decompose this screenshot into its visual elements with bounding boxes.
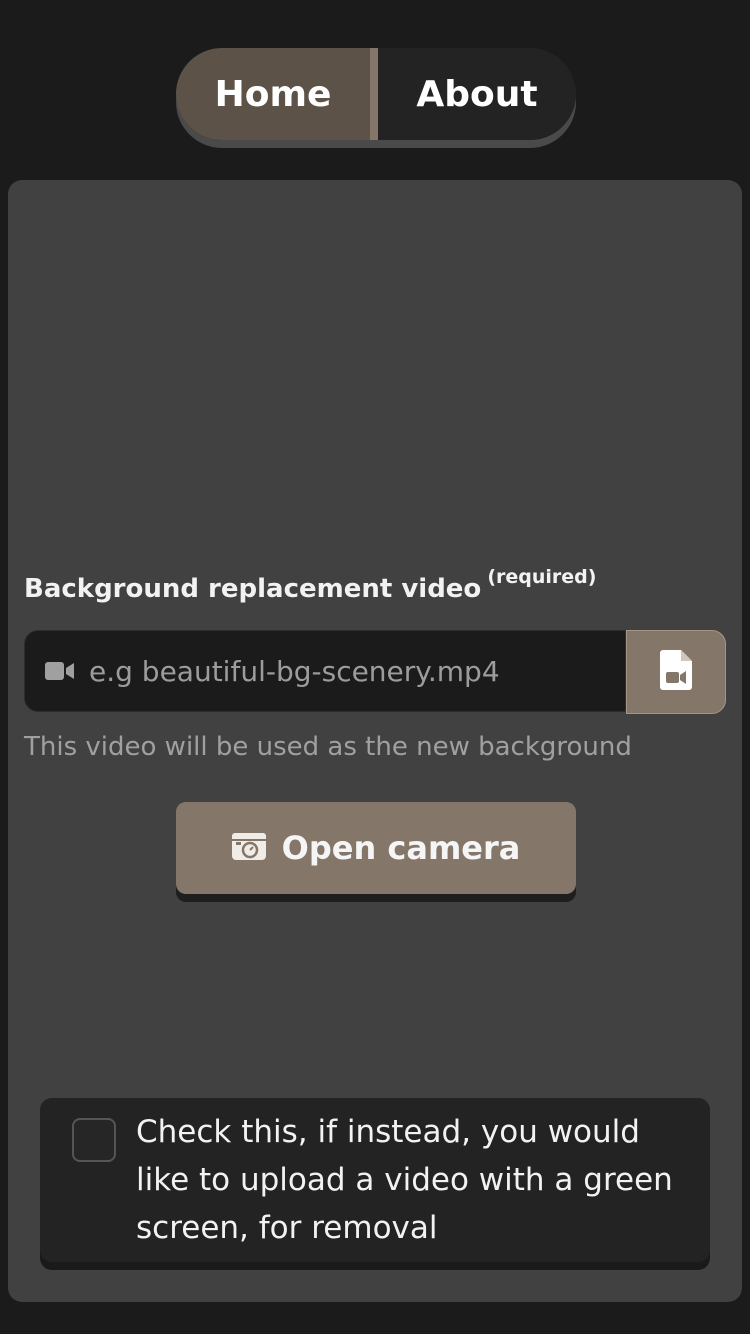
choose-file-button[interactable] (626, 630, 726, 714)
video-url-input[interactable] (89, 654, 625, 688)
green-screen-option: Check this, if instead, you would like t… (40, 1098, 710, 1262)
open-camera-button[interactable]: Open camera (176, 802, 576, 894)
video-input-group (24, 630, 726, 714)
video-camera-icon (45, 661, 75, 681)
nav-home-button[interactable]: Home (176, 48, 378, 140)
open-camera-label: Open camera (281, 829, 521, 867)
required-tag: (required) (487, 566, 597, 588)
green-screen-label[interactable]: Check this, if instead, you would like t… (136, 1108, 676, 1252)
camera-icon (231, 831, 266, 865)
top-nav: Home About (176, 48, 576, 140)
upload-card: Background replacement video(required) (8, 180, 742, 1302)
page: Home About Background replacement video(… (0, 0, 750, 1334)
helper-text: This video will be used as the new backg… (24, 732, 632, 762)
video-input-box (24, 630, 626, 712)
video-file-icon (660, 650, 692, 694)
green-screen-checkbox[interactable] (72, 1118, 116, 1162)
nav-about-button[interactable]: About (378, 48, 576, 140)
field-label-text: Background replacement video (24, 574, 482, 604)
field-label: Background replacement video (required) (24, 566, 596, 604)
